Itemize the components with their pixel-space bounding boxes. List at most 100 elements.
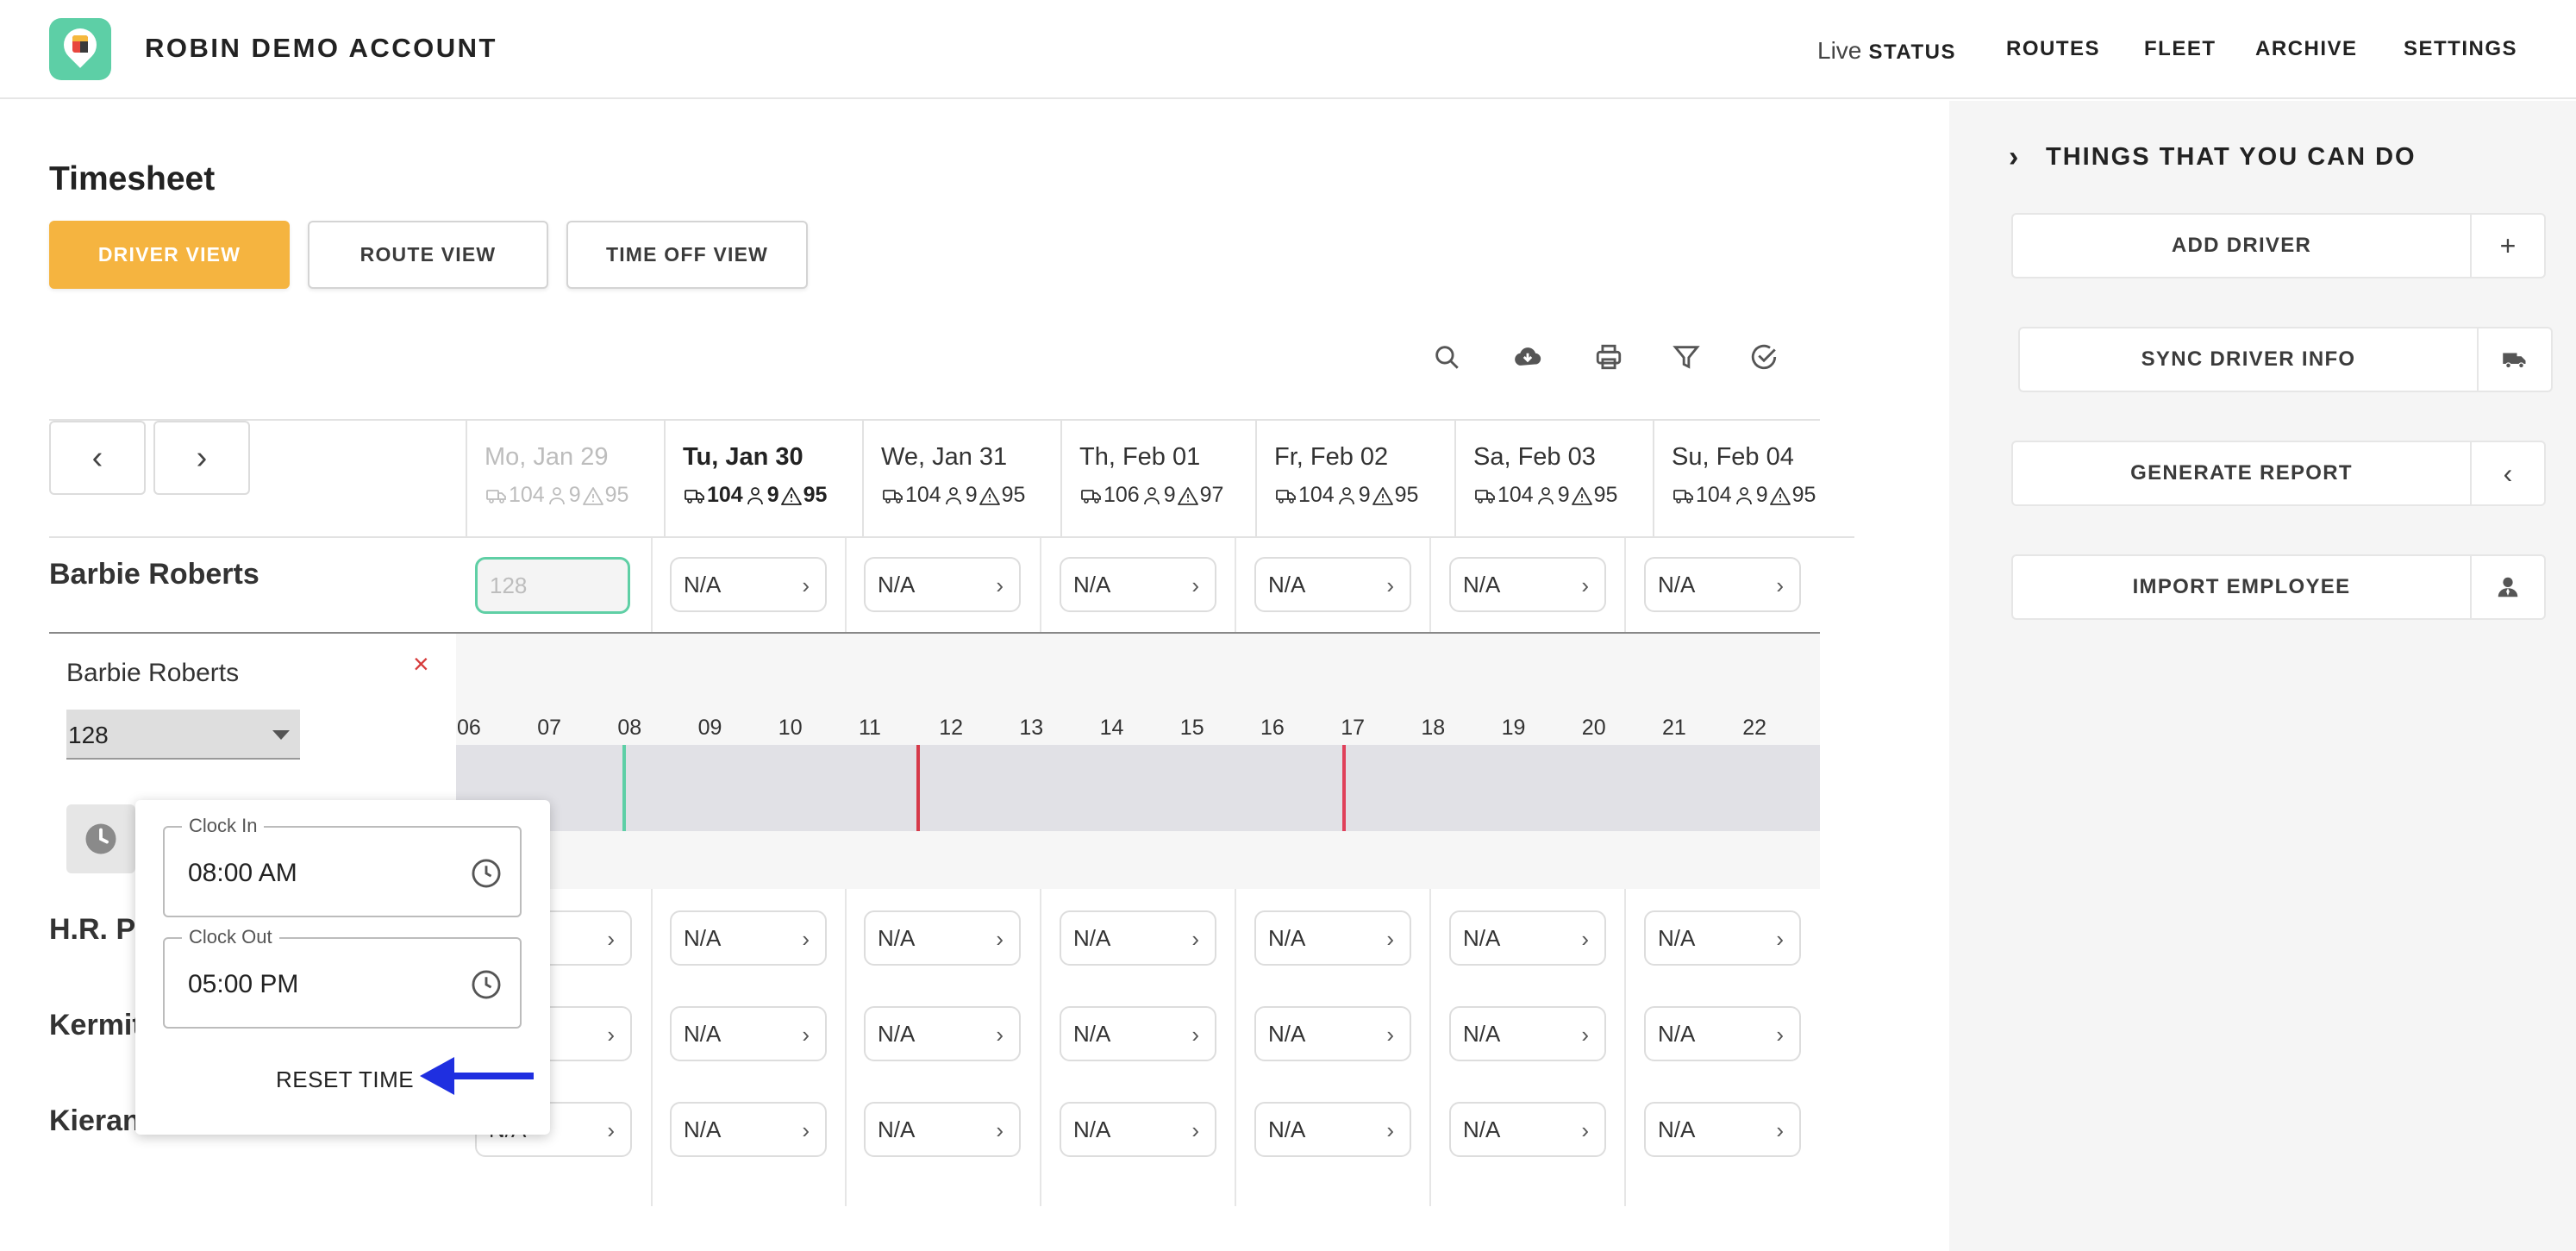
nav-archive[interactable]: ARCHIVE (2255, 37, 2358, 61)
day-header[interactable]: Sa, Feb 03 104 9 95 (1454, 421, 1653, 536)
chevron-right-icon[interactable]: › (607, 1117, 615, 1144)
timesheet-cell[interactable]: N/A › (1644, 557, 1801, 612)
timesheet-cell[interactable]: N/A › (1254, 910, 1411, 966)
timesheet-cell[interactable]: N/A › (670, 1006, 827, 1061)
chevron-right-icon[interactable]: › (1581, 1022, 1589, 1048)
day-header[interactable]: Th, Feb 01 106 9 97 (1060, 421, 1259, 536)
app-logo-icon[interactable] (49, 18, 111, 80)
timesheet-cell[interactable]: N/A › (1254, 557, 1411, 612)
timesheet-cell[interactable]: N/A › (1449, 1006, 1606, 1061)
chevron-right-icon[interactable]: › (1191, 1022, 1199, 1048)
chevron-right-icon[interactable]: › (1776, 1117, 1784, 1144)
cell-value: N/A (1463, 571, 1501, 597)
add-driver-button[interactable]: ADD DRIVER + (2011, 213, 2546, 278)
timesheet-cell[interactable]: N/A › (1254, 1006, 1411, 1061)
clock-out-value[interactable]: 05:00 PM (188, 970, 298, 999)
chevron-right-icon[interactable]: › (996, 1117, 1004, 1144)
nav-routes[interactable]: ROUTES (2006, 37, 2100, 61)
chevron-right-icon[interactable]: › (1581, 926, 1589, 953)
clock-in-field[interactable]: Clock In 08:00 AM (163, 815, 522, 917)
timesheet-cell[interactable]: N/A › (1644, 910, 1801, 966)
sync-driver-info-button[interactable]: SYNC DRIVER INFO (2018, 327, 2553, 392)
timesheet-cell[interactable]: N/A › (1644, 1006, 1801, 1061)
prev-week-button[interactable]: ‹ (49, 421, 146, 495)
chevron-right-icon[interactable]: › (1776, 926, 1784, 953)
time-off-view-button[interactable]: TIME OFF VIEW (566, 221, 808, 289)
next-week-button[interactable]: › (153, 421, 250, 495)
chevron-right-icon[interactable]: › (1581, 1117, 1589, 1144)
timesheet-cell[interactable]: N/A › (1060, 910, 1216, 966)
chevron-right-icon[interactable]: › (1386, 572, 1394, 599)
timesheet-cell[interactable]: N/A › (1449, 557, 1606, 612)
timesheet-cell[interactable]: N/A › (864, 557, 1021, 612)
day-header[interactable]: Tu, Jan 30 104 9 95 (664, 421, 862, 536)
chevron-right-icon[interactable]: › (1386, 1022, 1394, 1048)
timesheet-cell[interactable]: N/A › (864, 910, 1021, 966)
chevron-right-icon[interactable]: › (1191, 926, 1199, 953)
chevron-right-icon[interactable]: › (802, 1117, 810, 1144)
day-header[interactable]: Mo, Jan 29 104 9 95 (466, 421, 664, 536)
clock-out-clock-icon[interactable] (470, 968, 503, 1001)
chevron-right-icon[interactable]: › (1776, 1022, 1784, 1048)
timesheet-cell[interactable]: N/A › (1644, 1102, 1801, 1157)
import-employee-button[interactable]: IMPORT EMPLOYEE (2011, 554, 2546, 620)
clock-toggle-button[interactable] (66, 804, 135, 873)
chevron-right-icon[interactable]: › (802, 572, 810, 599)
chevron-right-icon[interactable]: › (607, 1022, 615, 1048)
nav-live-status[interactable]: Live STATUS (1817, 37, 1956, 65)
route-view-button[interactable]: ROUTE VIEW (308, 221, 548, 289)
clock-in-clock-icon[interactable] (470, 857, 503, 890)
chevron-right-icon[interactable]: › (2009, 141, 2018, 174)
close-icon[interactable]: × (413, 648, 429, 680)
timesheet-cell[interactable]: 128 (475, 557, 630, 614)
timesheet-cell[interactable]: N/A › (1060, 1102, 1216, 1157)
timesheet-cell[interactable]: N/A › (1060, 557, 1216, 612)
chevron-right-icon[interactable]: › (1386, 926, 1394, 953)
row-name-barbie-roberts[interactable]: Barbie Roberts (49, 558, 259, 591)
timesheet-cell[interactable]: N/A › (864, 1006, 1021, 1061)
timesheet-cell[interactable]: N/A › (1254, 1102, 1411, 1157)
day-header[interactable]: Fr, Feb 02 104 9 95 (1255, 421, 1454, 536)
check-circle-icon[interactable] (1745, 338, 1783, 376)
timesheet-cell[interactable]: N/A › (670, 910, 827, 966)
timesheet-cell[interactable]: N/A › (1060, 1006, 1216, 1061)
timeline-marker[interactable] (622, 745, 627, 831)
reset-time-button[interactable]: RESET TIME (276, 1066, 414, 1093)
chevron-right-icon[interactable]: › (996, 572, 1004, 599)
chevron-right-icon[interactable]: › (1191, 1117, 1199, 1144)
timeline-marker[interactable] (916, 745, 920, 831)
row-name-kermit[interactable]: Kermit (49, 1009, 142, 1042)
timesheet-cell[interactable]: N/A › (670, 557, 827, 612)
timesheet-cell[interactable]: N/A › (1449, 910, 1606, 966)
day-header[interactable]: Su, Feb 04 104 9 95 (1653, 421, 1851, 536)
cloud-download-icon[interactable] (1509, 338, 1547, 376)
timesheet-cell[interactable]: N/A › (1449, 1102, 1606, 1157)
chevron-right-icon[interactable]: › (1191, 572, 1199, 599)
clock-out-field[interactable]: Clock Out 05:00 PM (163, 926, 522, 1029)
clock-in-value[interactable]: 08:00 AM (188, 859, 297, 888)
day-header[interactable]: We, Jan 31 104 9 95 (862, 421, 1060, 536)
nav-fleet[interactable]: FLEET (2144, 37, 2216, 61)
chevron-right-icon[interactable]: › (802, 1022, 810, 1048)
search-icon[interactable] (1428, 338, 1466, 376)
timesheet-cell[interactable]: N/A › (864, 1102, 1021, 1157)
nav-settings[interactable]: SETTINGS (2404, 37, 2517, 61)
chevron-right-icon[interactable]: › (996, 1022, 1004, 1048)
timeline-bar[interactable] (456, 745, 1820, 831)
chevron-right-icon[interactable]: › (1386, 1117, 1394, 1144)
timesheet-cell[interactable]: N/A › (670, 1102, 827, 1157)
chevron-right-icon[interactable]: › (1776, 572, 1784, 599)
row-name-kieran[interactable]: Kieran (49, 1104, 141, 1138)
chevron-right-icon[interactable]: › (607, 926, 615, 953)
sidebar-title[interactable]: THINGS THAT YOU CAN DO (2046, 143, 2417, 172)
hour-label: 15 (1179, 716, 1204, 740)
filter-icon[interactable] (1667, 338, 1705, 376)
chevron-right-icon[interactable]: › (996, 926, 1004, 953)
print-icon[interactable] (1590, 338, 1628, 376)
driver-view-button[interactable]: DRIVER VIEW (49, 221, 290, 289)
timeline-marker[interactable] (1341, 745, 1346, 831)
chevron-right-icon[interactable]: › (802, 926, 810, 953)
vehicle-select[interactable]: 128 (66, 710, 300, 760)
chevron-right-icon[interactable]: › (1581, 572, 1589, 599)
generate-report-button[interactable]: GENERATE REPORT ‹ (2011, 441, 2546, 506)
